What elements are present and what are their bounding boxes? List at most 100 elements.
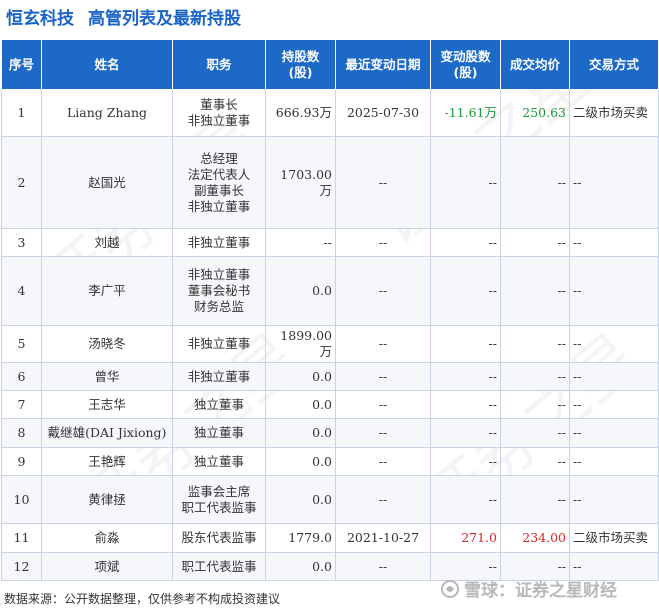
cell-holding: 666.93万: [265, 89, 336, 137]
cell-method: 二级市场买卖: [569, 89, 659, 137]
cell-method: --: [569, 325, 659, 363]
title-line: 董事长: [200, 97, 238, 112]
title-line: 职工代表监事: [181, 499, 257, 515]
cell-no: 8: [1, 418, 42, 448]
cell-name: 戴继雄(DAI Jixiong): [41, 418, 173, 448]
cell-holding: 0.0: [265, 447, 336, 476]
cell-name: 王艳辉: [41, 447, 173, 476]
title-line: 总经理: [200, 150, 238, 166]
title-line: 职工代表监事: [181, 558, 257, 574]
company-name: 恒玄科技: [6, 8, 74, 28]
cell-no: 11: [1, 523, 42, 553]
cell-name: 王志华: [41, 390, 173, 419]
cell-holding: 0.0: [265, 552, 336, 581]
cell-titles: 非独立董事: [172, 325, 266, 363]
cell-name: 赵国光: [41, 136, 173, 229]
cell-name: 李广平: [41, 256, 173, 326]
header-line: 变动股数: [440, 48, 491, 64]
data-source-note: 数据来源：公开数据整理，仅供参考不构成投资建议: [4, 592, 281, 606]
col-header-name: 姓名: [41, 39, 173, 90]
snowball-icon: [441, 579, 459, 598]
cell-no: 5: [1, 325, 42, 363]
title-line: 非独立董事: [187, 267, 251, 282]
cell-no: 6: [1, 362, 42, 391]
col-header-date: 最近变动日期: [335, 39, 431, 90]
title-line: 非独立董事: [187, 198, 251, 214]
cell-titles: 总经理 法定代表人 副董事长 非独立董事: [172, 136, 266, 229]
table-row: 9 王艳辉 独立董事 0.0 -- -- -- --: [1, 447, 659, 476]
cell-method: --: [569, 418, 659, 448]
table-row: 4 李广平 非独立董事 董事会秘书 财务总监 0.0 -- -- -- --: [1, 256, 659, 326]
cell-date: 2025-07-30: [335, 89, 431, 137]
col-header-method: 交易方式: [569, 39, 659, 90]
title-line: 独立董事: [193, 453, 244, 469]
cell-change: -11.61万: [430, 89, 501, 137]
cell-change: --: [430, 390, 501, 419]
cell-change: --: [430, 256, 501, 326]
cell-price: --: [500, 136, 570, 229]
cell-titles: 董事长 非独立董事: [172, 89, 266, 137]
title-line: 非独立董事: [187, 234, 251, 250]
cell-date: --: [335, 447, 431, 476]
page-title: 高管列表及最新持股: [88, 8, 241, 28]
cell-holding: 1899.00万: [265, 325, 336, 363]
cell-name: 项斌: [41, 552, 173, 581]
cell-holding: 0.0: [265, 362, 336, 391]
cell-change: --: [430, 447, 501, 476]
cell-no: 3: [1, 228, 42, 257]
cell-date: --: [335, 552, 431, 581]
cell-no: 1: [1, 89, 42, 137]
cell-date: --: [335, 390, 431, 419]
cell-method: --: [569, 136, 659, 229]
cell-no: 2: [1, 136, 42, 229]
cell-name: 汤晓冬: [41, 325, 173, 363]
cell-date: --: [335, 228, 431, 257]
cell-name: 曾华: [41, 362, 173, 391]
cell-titles: 非独立董事: [172, 228, 266, 257]
cell-price: --: [500, 362, 570, 391]
cell-price: --: [500, 228, 570, 257]
table-row: 1 Liang Zhang 董事长 非独立董事 666.93万 2025-07-30 -11…: [1, 89, 659, 137]
title-line: 独立董事: [193, 425, 244, 440]
table-row: 2 赵国光 总经理 法定代表人 副董事长 非独立董事 1703.00万 -- -- -- --: [1, 136, 659, 229]
title-line: 财务总监: [193, 299, 244, 314]
title-line: 非独立董事: [187, 368, 251, 384]
cell-price: 250.63: [500, 89, 570, 137]
col-header-price: 成交均价: [500, 39, 570, 90]
cell-change: 271.0: [430, 523, 501, 553]
cell-no: 4: [1, 256, 42, 326]
table-row: 3 刘越 非独立董事 -- -- -- -- --: [1, 228, 659, 257]
title-line: 独立董事: [193, 396, 244, 412]
table-row: 7 王志华 独立董事 0.0 -- -- -- --: [1, 390, 659, 419]
cell-method: 二级市场买卖: [569, 523, 659, 553]
cell-date: --: [335, 475, 431, 524]
cell-holding: 0.0: [265, 390, 336, 419]
cell-change: --: [430, 362, 501, 391]
cell-name: 刘越: [41, 228, 173, 257]
cell-no: 10: [1, 475, 42, 524]
cell-price: --: [500, 418, 570, 448]
cell-no: 7: [1, 390, 42, 419]
cell-titles: 股东代表监事: [172, 523, 266, 553]
cell-titles: 监事会主席 职工代表监事: [172, 475, 266, 524]
title-line: 非独立董事: [187, 113, 251, 128]
cell-change: --: [430, 136, 501, 229]
brand-logo: 雪球：证券之星财经: [440, 576, 617, 601]
cell-titles: 独立董事: [172, 390, 266, 419]
cell-date: --: [335, 418, 431, 448]
cell-date: --: [335, 325, 431, 363]
cell-name: 俞淼: [41, 523, 173, 553]
cell-method: --: [569, 228, 659, 257]
cell-change: --: [430, 475, 501, 524]
cell-holding: 0.0: [265, 256, 336, 326]
cell-change: --: [430, 325, 501, 363]
cell-price: 234.00: [500, 523, 570, 553]
table-header-row: 序号 姓名 职务 持股数 (股) 最近变动日期 变动股数 (股) 成交均价 交易方式: [1, 39, 659, 90]
table-row: 11 俞淼 股东代表监事 1779.0 2021-10-27 271.0 234.00 二级市…: [1, 523, 659, 553]
header: 恒玄科技 高管列表及最新持股: [6, 4, 241, 28]
title-line: 法定代表人: [187, 166, 251, 182]
table-row: 5 汤晓冬 非独立董事 1899.00万 -- -- -- --: [1, 325, 659, 363]
cell-method: --: [569, 362, 659, 391]
cell-no: 9: [1, 447, 42, 476]
cell-name: 黄律拯: [41, 475, 173, 524]
